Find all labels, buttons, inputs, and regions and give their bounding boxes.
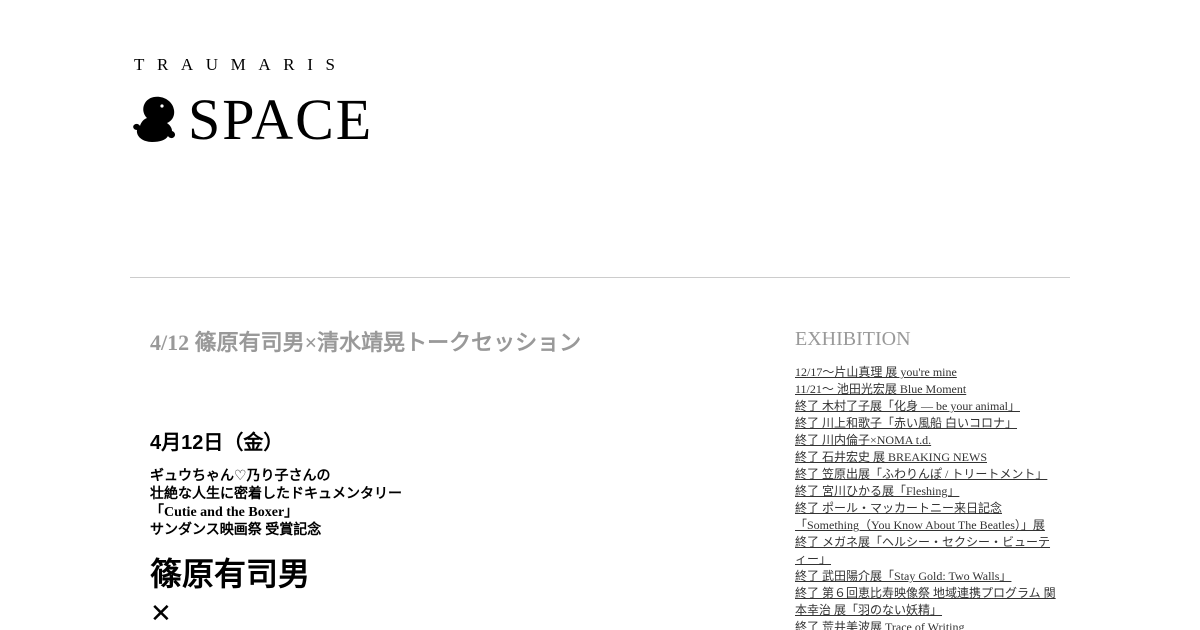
exhibition-link[interactable]: 終了 荒井美波展 Trace of Writing <box>795 620 965 630</box>
list-item: 12/17〜片山真理 展 you're mine <box>795 364 1060 381</box>
speaker-name: 篠原有司男 <box>150 556 311 592</box>
site-header: TRAUMARIS SPACE <box>130 0 1070 277</box>
exhibition-link[interactable]: 終了 川上和歌子「赤い風船 白いコロナ」 <box>795 416 1017 430</box>
event-intro: ギュウちゃん♡乃り子さんの 壮絶な人生に密着したドキュメンタリー 「Cutie … <box>150 468 402 540</box>
list-item: 終了 第６回恵比寿映像祭 地域連携プログラム 関本幸治 展「羽のない妖精」 <box>795 585 1060 619</box>
list-item: 終了 川内倫子×NOMA t.d. <box>795 432 1060 449</box>
brand-wordmark-large[interactable]: SPACE <box>188 84 373 156</box>
list-item: 終了 木村了子展「化身 — be your animal」 <box>795 398 1060 415</box>
exhibition-link[interactable]: 終了 宮川ひかる展「Fleshing」 <box>795 484 959 498</box>
cross-mark: ✕ <box>150 598 172 628</box>
post-title: 4/12 篠原有司男×清水靖晃トークセッション <box>150 330 582 355</box>
list-item: 終了 笠原出展「ふわりんぽ / トリートメント」 <box>795 466 1060 483</box>
sidebar-heading: EXHIBITION <box>795 328 911 350</box>
exhibition-link[interactable]: 12/17〜片山真理 展 you're mine <box>795 365 957 379</box>
intro-line: サンダンス映画祭 受賞記念 <box>150 523 322 538</box>
exhibition-link[interactable]: 終了 第６回恵比寿映像祭 地域連携プログラム 関本幸治 展「羽のない妖精」 <box>795 586 1056 617</box>
exhibition-link[interactable]: 終了 武田陽介展「Stay Gold: Two Walls」 <box>795 569 1011 583</box>
list-item: 終了 川上和歌子「赤い風船 白いコロナ」 <box>795 415 1060 432</box>
list-item: 終了 武田陽介展「Stay Gold: Two Walls」 <box>795 568 1060 585</box>
list-item: 終了 宮川ひかる展「Fleshing」 <box>795 483 1060 500</box>
list-item: 終了 ポール・マッカートニー来日記念「Something（You Know Ab… <box>795 500 1060 534</box>
list-item: 11/21〜 池田光宏展 Blue Moment <box>795 381 1060 398</box>
page: TRAUMARIS SPACE 4/12 篠原有司男×清水靖晃トークセッション … <box>0 0 1200 630</box>
header-divider <box>130 277 1070 278</box>
list-item: 終了 石井宏史 展 BREAKING NEWS <box>795 449 1060 466</box>
exhibition-link[interactable]: 終了 笠原出展「ふわりんぽ / トリートメント」 <box>795 467 1047 481</box>
list-item: 終了 荒井美波展 Trace of Writing <box>795 619 1060 630</box>
exhibition-link[interactable]: 終了 川内倫子×NOMA t.d. <box>795 433 931 447</box>
exhibition-link[interactable]: 11/21〜 池田光宏展 Blue Moment <box>795 382 966 396</box>
exhibition-list: 12/17〜片山真理 展 you're mine 11/21〜 池田光宏展 Bl… <box>795 364 1060 630</box>
exhibition-link[interactable]: 終了 ポール・マッカートニー来日記念「Something（You Know Ab… <box>795 501 1045 532</box>
squirrel-logo-icon[interactable] <box>132 94 178 144</box>
event-date: 4月12日（金） <box>150 432 284 454</box>
intro-line: 「Cutie and the Boxer」 <box>150 505 299 520</box>
exhibition-link[interactable]: 終了 メガネ展「ヘルシー・セクシー・ビューティー」 <box>795 535 1050 566</box>
intro-line: 壮絶な人生に密着したドキュメンタリー <box>150 487 402 502</box>
brand-wordmark-small[interactable]: TRAUMARIS <box>134 55 348 75</box>
list-item: 終了 メガネ展「ヘルシー・セクシー・ビューティー」 <box>795 534 1060 568</box>
sidebar-exhibition: EXHIBITION 12/17〜片山真理 展 you're mine 11/2… <box>795 327 1060 630</box>
exhibition-link[interactable]: 終了 石井宏史 展 BREAKING NEWS <box>795 450 987 464</box>
exhibition-link[interactable]: 終了 木村了子展「化身 — be your animal」 <box>795 399 1020 413</box>
intro-line: ギュウちゃん♡乃り子さんの <box>150 469 331 484</box>
main-content: 4/12 篠原有司男×清水靖晃トークセッション 4月12日（金） ギュウちゃん♡… <box>150 328 750 628</box>
